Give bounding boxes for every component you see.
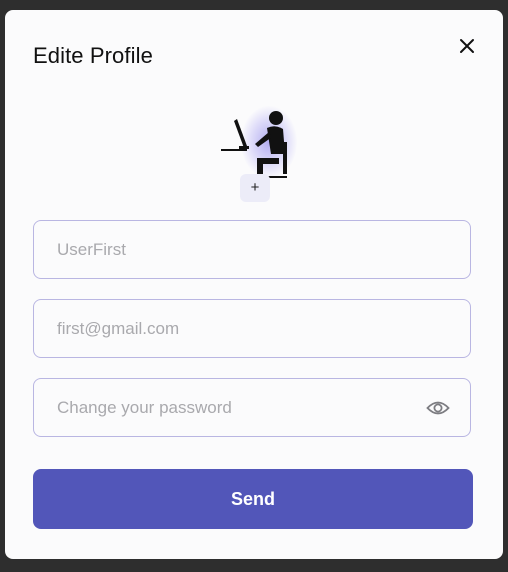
eye-icon: [426, 401, 450, 415]
close-icon: [460, 39, 474, 53]
close-button[interactable]: [455, 34, 479, 58]
password-input[interactable]: [34, 379, 470, 436]
send-button[interactable]: Send: [33, 469, 473, 529]
email-input[interactable]: [34, 300, 470, 357]
email-field: [33, 299, 471, 358]
person-at-computer-icon: [221, 111, 287, 178]
add-photo-button[interactable]: +: [240, 174, 270, 202]
username-field: [33, 220, 471, 279]
password-field: [33, 378, 471, 437]
toggle-password-visibility-button[interactable]: [426, 398, 450, 418]
modal-title: Edite Profile: [33, 43, 153, 68]
edit-profile-modal: Edite Profile + UserFirst first@gmail.co…: [5, 10, 503, 559]
username-input[interactable]: [34, 221, 470, 278]
